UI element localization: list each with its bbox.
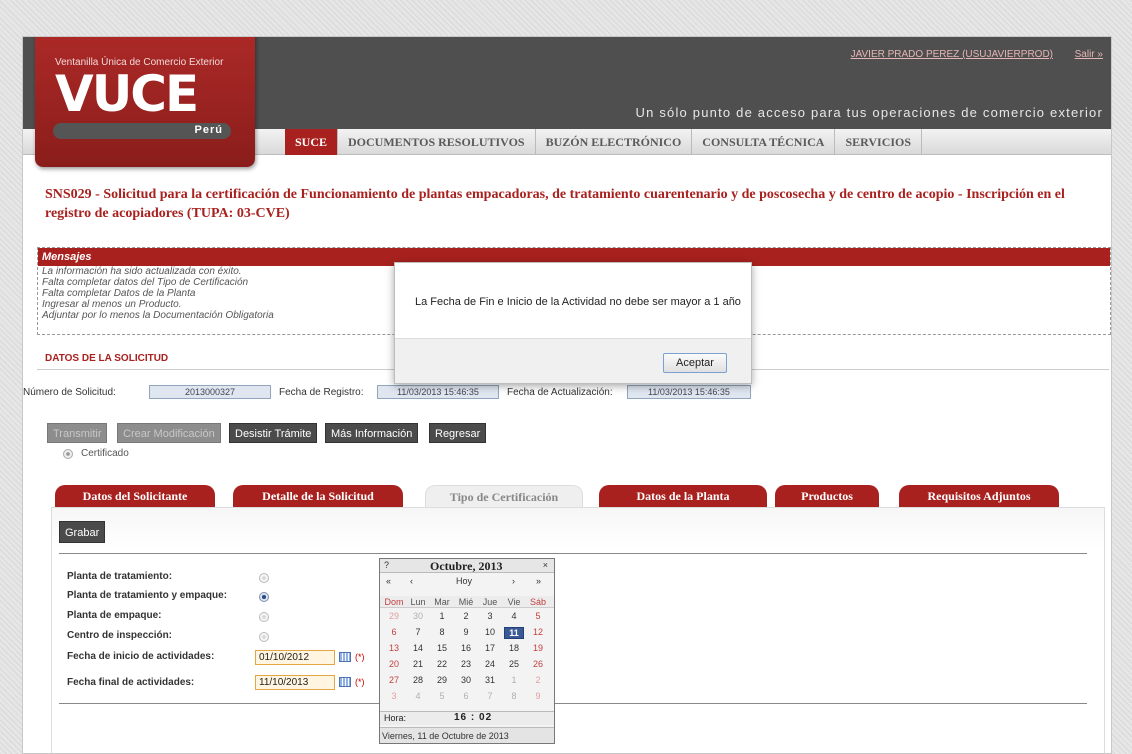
logo-country-bar: Perú <box>53 123 231 139</box>
dialog-footer: Aceptar <box>395 338 751 383</box>
alert-dialog: La Fecha de Fin e Inicio de la Actividad… <box>394 262 752 384</box>
vuce-logo[interactable]: Ventanilla Única de Comercio Exterior VU… <box>35 37 255 167</box>
logo-wordmark: VUCE <box>55 65 199 123</box>
aceptar-button[interactable]: Aceptar <box>663 353 727 373</box>
dialog-message: La Fecha de Fin e Inicio de la Actividad… <box>415 296 741 308</box>
logo-country: Perú <box>194 124 223 136</box>
